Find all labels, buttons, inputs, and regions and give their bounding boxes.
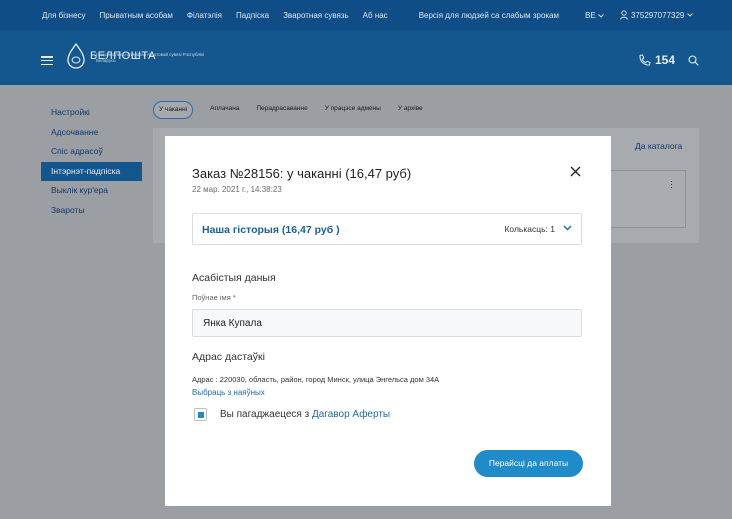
accessibility-link[interactable]: Версія для людзей са слабым зрокам <box>419 11 559 20</box>
chevron-down-icon <box>598 13 604 18</box>
sidebar-item-settings[interactable]: Настройкі <box>41 103 142 123</box>
tab-cancelling[interactable]: У працэсе адмены <box>325 101 381 119</box>
sidebar-item-internet-subscription[interactable]: Інтэрнэт-падпіска <box>41 161 142 181</box>
chevron-down-icon <box>687 13 694 17</box>
top-link-feedback[interactable]: Зваротная сувязь <box>283 11 349 20</box>
order-status-tabs: У чаканні Аплачана Перадрасаванне У прац… <box>153 101 440 119</box>
sidebar-item-courier[interactable]: Выклік кур'ера <box>41 181 142 201</box>
order-modal: Заказ №28156: у чаканні (16,47 руб) 22 м… <box>165 136 611 506</box>
top-link-business[interactable]: Для бізнесу <box>42 11 86 20</box>
hotline-number: 154 <box>655 53 676 67</box>
tab-pending[interactable]: У чаканні <box>153 101 194 119</box>
top-link-subscription[interactable]: Падпіска <box>236 11 269 20</box>
more-options-icon[interactable]: · · · <box>670 177 673 192</box>
close-icon[interactable] <box>570 166 581 177</box>
sidebar-item-tracking[interactable]: Адсочванне <box>41 123 142 143</box>
sidebar-item-requests[interactable]: Звароты <box>41 201 142 221</box>
logo-subtitle: Нацыянальны аператар паштовай сувязі Рэс… <box>96 52 204 63</box>
account-sidebar: Настройкі Адсочванне Спіс адрасоў Інтэрн… <box>41 103 142 220</box>
personal-data-heading: Асабістыя даныя <box>192 272 276 284</box>
top-link-individuals[interactable]: Прыватным асобам <box>100 11 173 20</box>
top-link-philately[interactable]: Філатэлія <box>187 11 222 20</box>
full-name-input[interactable] <box>192 309 582 337</box>
phone-icon <box>639 53 651 66</box>
tab-readdressing[interactable]: Перадрасаванне <box>257 101 308 119</box>
language-selector[interactable]: BE <box>585 11 604 20</box>
user-icon <box>620 10 628 20</box>
hotline-link[interactable]: 154 <box>638 53 675 67</box>
tab-archive[interactable]: У архіве <box>398 101 423 119</box>
account-phone: 375297077329 <box>630 10 685 20</box>
language-label: BE <box>585 10 596 20</box>
agree-checkbox[interactable] <box>194 408 207 421</box>
order-date: 22 мар. 2021 г., 14:38:23 <box>192 185 282 194</box>
item-title: Наша гісторыя (16,47 руб ) <box>202 224 340 236</box>
checkbox-checked-mark <box>197 411 204 418</box>
menu-icon[interactable] <box>41 56 53 66</box>
delivery-address-heading: Адрас дастаўкі <box>192 351 265 363</box>
top-links: Для бізнесу Прыватным асобам Філатэлія П… <box>42 11 402 20</box>
delivery-address: Адрас : 220030, область, район, город Ми… <box>192 375 440 384</box>
modal-title: Заказ №28156: у чаканні (16,47 руб) <box>192 166 412 181</box>
catalog-link[interactable]: Да каталога <box>635 141 682 151</box>
logo-drop-icon <box>67 42 85 69</box>
site-header: БЕЛПОШТА Нацыянальны аператар паштовай с… <box>0 30 732 85</box>
choose-address-link[interactable]: Выбраць з наяўных <box>192 388 265 397</box>
tab-paid[interactable]: Аплачана <box>210 101 239 119</box>
account-menu[interactable]: 375297077329 <box>620 10 696 20</box>
order-item-accordion[interactable]: Наша гісторыя (16,47 руб ) Колькасць: 1 <box>192 213 582 245</box>
top-navigation-bar: Для бізнесу Прыватным асобам Філатэлія П… <box>0 0 732 30</box>
agree-text: Вы пагаджаецеся з <box>220 409 312 420</box>
sidebar-item-addresses[interactable]: Спіс адрасоў <box>41 142 142 162</box>
top-link-about[interactable]: Аб нас <box>363 11 388 20</box>
offer-agreement-link[interactable]: Дагавор Аферты <box>312 409 390 420</box>
proceed-to-payment-button[interactable]: Перайсці да аплаты <box>474 450 583 477</box>
item-quantity: Колькасць: 1 <box>504 224 555 234</box>
agree-label: Вы пагаджаецеся з Дагавор Аферты <box>220 409 390 420</box>
chevron-down-icon <box>563 225 572 231</box>
search-icon[interactable] <box>688 55 699 66</box>
full-name-label: Поўнае імя * <box>192 293 236 302</box>
